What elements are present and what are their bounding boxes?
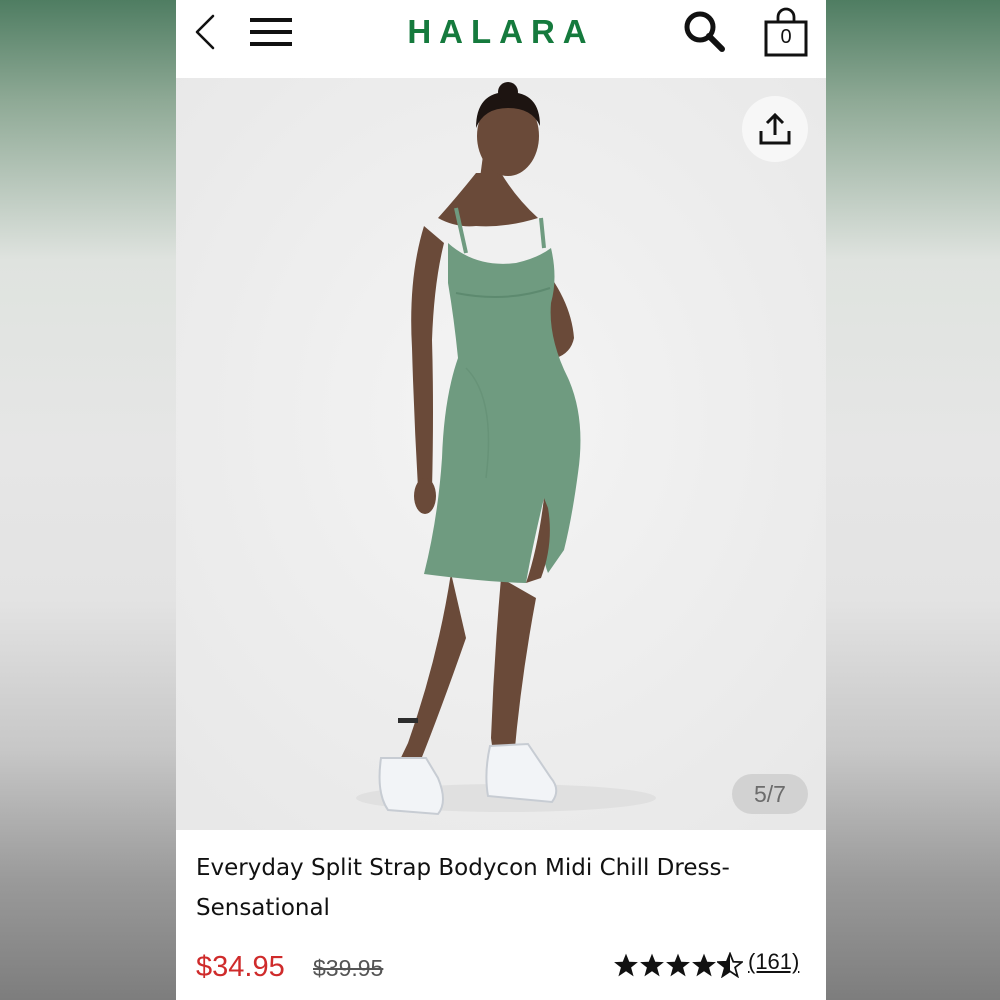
star-full-icon: [692, 953, 716, 977]
chevron-left-icon: [195, 14, 215, 50]
product-photo-model: [176, 78, 826, 830]
back-button[interactable]: [190, 12, 220, 52]
search-button[interactable]: [681, 8, 727, 54]
brand-logo[interactable]: HALARA: [381, 10, 621, 54]
star-full-icon: [614, 953, 638, 977]
image-counter-badge: 5/7: [732, 774, 808, 814]
product-page: HALARA 0 5/7 Everyday Split Strap Bodyco…: [176, 0, 826, 1000]
search-icon: [684, 11, 725, 52]
cart-button[interactable]: 0: [761, 6, 811, 58]
rating-stars[interactable]: [613, 952, 743, 980]
star-half-icon: [717, 952, 743, 978]
sale-price: $34.95: [196, 951, 285, 983]
star-full-icon: [666, 953, 690, 977]
original-price: $39.95: [313, 955, 384, 981]
menu-button[interactable]: [246, 12, 296, 52]
share-upload-icon: [759, 112, 791, 145]
hamburger-menu-icon: [250, 18, 292, 46]
star-full-icon: [640, 953, 664, 977]
blurred-background-right: [826, 0, 1000, 1000]
product-title: Everyday Split Strap Bodycon Midi Chill …: [196, 855, 730, 921]
product-image-gallery[interactable]: 5/7: [176, 78, 826, 830]
cart-count-badge: 0: [780, 26, 792, 48]
top-nav-bar: HALARA 0: [176, 0, 826, 78]
share-button[interactable]: [742, 96, 808, 162]
blurred-background-left: [0, 0, 176, 1000]
review-count-link[interactable]: (161): [748, 947, 799, 977]
